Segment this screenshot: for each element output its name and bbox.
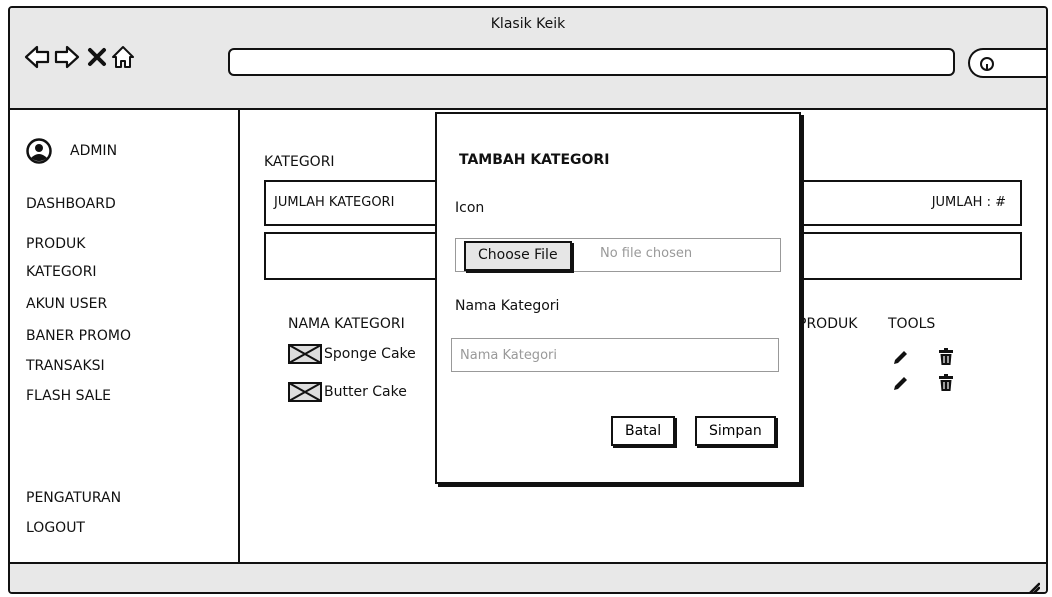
row-tools [892,348,954,366]
column-produk: PRODUK [798,316,858,332]
choose-file-button[interactable]: Choose File [464,241,572,271]
sidebar-item-produk[interactable]: PRODUK [26,236,85,252]
sidebar-item-flash-sale[interactable]: FLASH SALE [26,388,111,404]
status-bar [10,562,1046,594]
arrow-left-icon[interactable] [24,44,50,70]
search-button[interactable] [968,48,1046,78]
pencil-icon[interactable] [892,348,910,366]
sidebar-item-dashboard[interactable]: DASHBOARD [26,196,116,212]
image-placeholder-icon [288,344,322,364]
pencil-icon[interactable] [892,374,910,392]
user-circle-icon [26,138,52,164]
file-status: No file chosen [600,246,693,261]
close-icon[interactable] [84,44,110,70]
sidebar: ADMIN DASHBOARD PRODUK KATEGORI AKUN USE… [10,110,240,562]
sidebar-item-baner-promo[interactable]: BANER PROMO [26,328,131,344]
sidebar-item-akun-user[interactable]: AKUN USER [26,296,107,312]
add-category-dialog: TAMBAH KATEGORI Icon Choose File No file… [435,112,801,484]
icon-label: Icon [455,200,485,216]
sidebar-item-transaksi[interactable]: TRANSAKSI [26,358,105,374]
search-icon [980,57,994,71]
sidebar-item-logout[interactable]: LOGOUT [26,520,85,536]
browser-window: Klasik Keik ADMIN DASHBOARD PRODUK KATEG… [8,6,1048,594]
browser-toolbar: Klasik Keik [10,8,1046,110]
window-title: Klasik Keik [490,16,566,32]
trash-icon[interactable] [938,348,954,366]
column-tools: TOOLS [888,316,936,332]
trash-icon[interactable] [938,374,954,392]
row-tools [892,374,954,392]
page-title: KATEGORI [264,154,335,170]
user-info: ADMIN [26,138,117,164]
category-name-label: Nama Kategori [455,298,560,314]
sidebar-item-kategori[interactable]: KATEGORI [26,264,97,280]
cancel-button[interactable]: Batal [611,416,676,446]
user-label: ADMIN [70,143,118,159]
table-row: Butter Cake [288,382,407,402]
category-count-label: JUMLAH KATEGORI [274,195,395,210]
dialog-title: TAMBAH KATEGORI [459,152,610,168]
table-row: Sponge Cake [288,344,416,364]
url-bar[interactable] [228,48,955,76]
home-icon[interactable] [110,44,136,70]
save-button[interactable]: Simpan [695,416,776,446]
category-name-input[interactable] [451,338,779,372]
column-nama-kategori: NAMA KATEGORI [288,316,405,332]
category-name: Sponge Cake [324,346,416,362]
total-count-label: JUMLAH : # [931,195,1006,210]
resize-grip-icon[interactable] [1026,580,1040,594]
category-name: Butter Cake [324,384,407,400]
icon-file-input[interactable]: Choose File No file chosen [455,238,781,272]
sidebar-item-pengaturan[interactable]: PENGATURAN [26,490,121,506]
image-placeholder-icon [288,382,322,402]
arrow-right-icon[interactable] [54,44,80,70]
